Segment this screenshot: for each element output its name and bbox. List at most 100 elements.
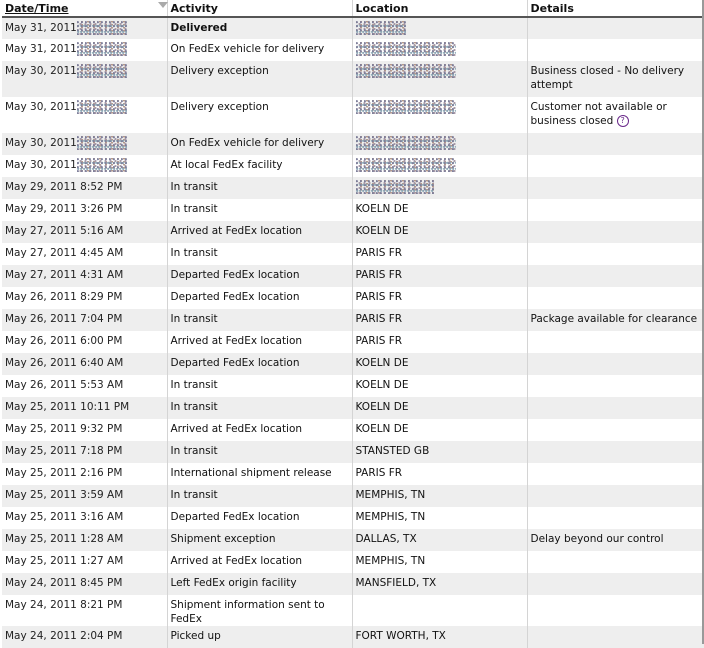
cell-location: MEMPHIS, TN [352,485,528,507]
cell-activity: At local FedEx facility [167,155,353,177]
cell-date-text: May 30, 2011 [5,159,77,171]
table-row: May 25, 2011 10:11 PM In transit KOELN DE [2,397,704,419]
cell-date-text: May 26, 2011 8:29 PM [5,291,123,303]
cell-activity-text: Delivery exception [170,101,269,113]
column-header-datetime[interactable]: Date/Time [2,0,168,18]
redacted-location [355,158,456,172]
cell-date: May 25, 2011 7:18 PM [2,441,168,463]
cell-details-text: Package available for clearance [530,313,698,325]
cell-details [527,397,704,419]
table-row: May 24, 2011 8:45 PM Left FedEx origin fa… [2,573,704,595]
cell-activity: International shipment release [167,463,353,485]
cell-details [527,595,704,626]
cell-date-text: May 29, 2011 3:26 PM [5,203,123,215]
cell-date: May 26, 2011 8:29 PM [2,287,168,309]
cell-date-text: May 26, 2011 6:00 PM [5,335,123,347]
cell-details [527,39,704,61]
table-row: May 31, 2011 Delivered [2,17,704,39]
cell-details-text: Business closed - No delivery attempt [530,65,685,91]
cell-location-text: PARIS FR [355,335,403,347]
table-row: May 27, 2011 5:16 AM Arrived at FedEx loc… [2,221,704,243]
cell-activity-text: In transit [170,401,218,413]
cell-date: May 25, 2011 10:11 PM [2,397,168,419]
cell-date: May 25, 2011 1:27 AM [2,551,168,573]
cell-date-text: May 25, 2011 7:18 PM [5,445,123,457]
redacted-time [76,158,127,172]
cell-location: STANSTED GB [352,441,528,463]
cell-location-text: PARIS FR [355,313,403,325]
cell-date: May 26, 2011 5:53 AM [2,375,168,397]
cell-date-text: May 25, 2011 3:16 AM [5,511,124,523]
cell-activity: Departed FedEx location [167,507,353,529]
cell-location: PARIS FR [352,287,528,309]
redacted-time [76,42,127,56]
cell-activity-text: Arrived at FedEx location [170,555,303,567]
cell-details [527,177,704,199]
cell-details [527,626,704,648]
table-row: May 26, 2011 7:04 PM In transit PARIS FR Pa… [2,309,704,331]
cell-location-text: KOELN DE [355,225,409,237]
cell-location-text: FORT WORTH, TX [355,630,446,642]
cell-date: May 24, 2011 2:04 PM [2,626,168,648]
column-header-details: Details [527,0,704,18]
cell-location-text: PARIS FR [355,247,403,259]
cell-location [352,595,528,626]
cell-date-text: May 25, 2011 10:11 PM [5,401,130,413]
table-row: May 25, 2011 7:18 PM In transit STANSTED G… [2,441,704,463]
cell-details [527,485,704,507]
cell-date-text: May 30, 2011 [5,101,77,113]
cell-date: May 25, 2011 1:28 AM [2,529,168,551]
cell-location: KOELN DE [352,353,528,375]
cell-date: May 26, 2011 7:04 PM [2,309,168,331]
cell-details [527,441,704,463]
cell-details [527,17,704,39]
column-header-datetime-label: Date/Time [5,1,69,15]
table-row: May 29, 2011 8:52 PM In transit [2,177,704,199]
table-row: May 31, 2011 On FedEx vehicle for deliver… [2,39,704,61]
cell-activity-text: At local FedEx facility [170,159,283,171]
cell-location: MEMPHIS, TN [352,551,528,573]
cell-location [352,39,528,61]
cell-location: MEMPHIS, TN [352,507,528,529]
cell-date-text: May 27, 2011 4:31 AM [5,269,124,281]
table-body: May 31, 2011 Delivered May 31, 2011 On FedE… [2,17,704,648]
cell-details [527,331,704,353]
cell-details-text: Delay beyond our control [530,533,664,545]
cell-activity-text: Picked up [170,630,221,642]
cell-activity: On FedEx vehicle for delivery [167,39,353,61]
cell-location-text: KOELN DE [355,401,409,413]
table-row: May 26, 2011 8:29 PM Departed FedEx locat… [2,287,704,309]
cell-details: Delay beyond our control [527,529,704,551]
cell-location: PARIS FR [352,331,528,353]
cell-location-text: STANSTED GB [355,445,430,457]
cell-location-text: PARIS FR [355,467,403,479]
cell-activity: On FedEx vehicle for delivery [167,133,353,155]
cell-location: DALLAS, TX [352,529,528,551]
cell-date: May 30, 2011 [2,155,168,177]
cell-date: May 30, 2011 [2,61,168,97]
cell-date-text: May 25, 2011 9:32 PM [5,423,123,435]
redacted-location [355,136,456,150]
sort-descending-icon[interactable] [158,2,168,8]
question-mark-icon[interactable]: ? [616,115,629,127]
cell-activity: In transit [167,375,353,397]
cell-activity: In transit [167,441,353,463]
cell-activity: In transit [167,199,353,221]
cell-location-text: MEMPHIS, TN [355,555,426,567]
redacted-location [355,21,406,35]
cell-activity-text: Departed FedEx location [170,357,300,369]
cell-location: PARIS FR [352,243,528,265]
column-header-activity: Activity [167,0,353,18]
cell-location [352,97,528,133]
table-row: May 26, 2011 6:40 AM Departed FedEx locat… [2,353,704,375]
table-row: May 29, 2011 3:26 PM In transit KOELN DE [2,199,704,221]
cell-location-text: PARIS FR [355,291,403,303]
cell-activity-text: In transit [170,489,218,501]
cell-details: Business closed - No delivery attempt [527,61,704,97]
cell-activity: Arrived at FedEx location [167,419,353,441]
cell-date: May 25, 2011 2:16 PM [2,463,168,485]
redacted-time [76,100,127,114]
cell-details: Customer not available or business close… [527,97,704,133]
cell-date-text: May 25, 2011 3:59 AM [5,489,124,501]
cell-activity-text: Delivery exception [170,65,269,77]
